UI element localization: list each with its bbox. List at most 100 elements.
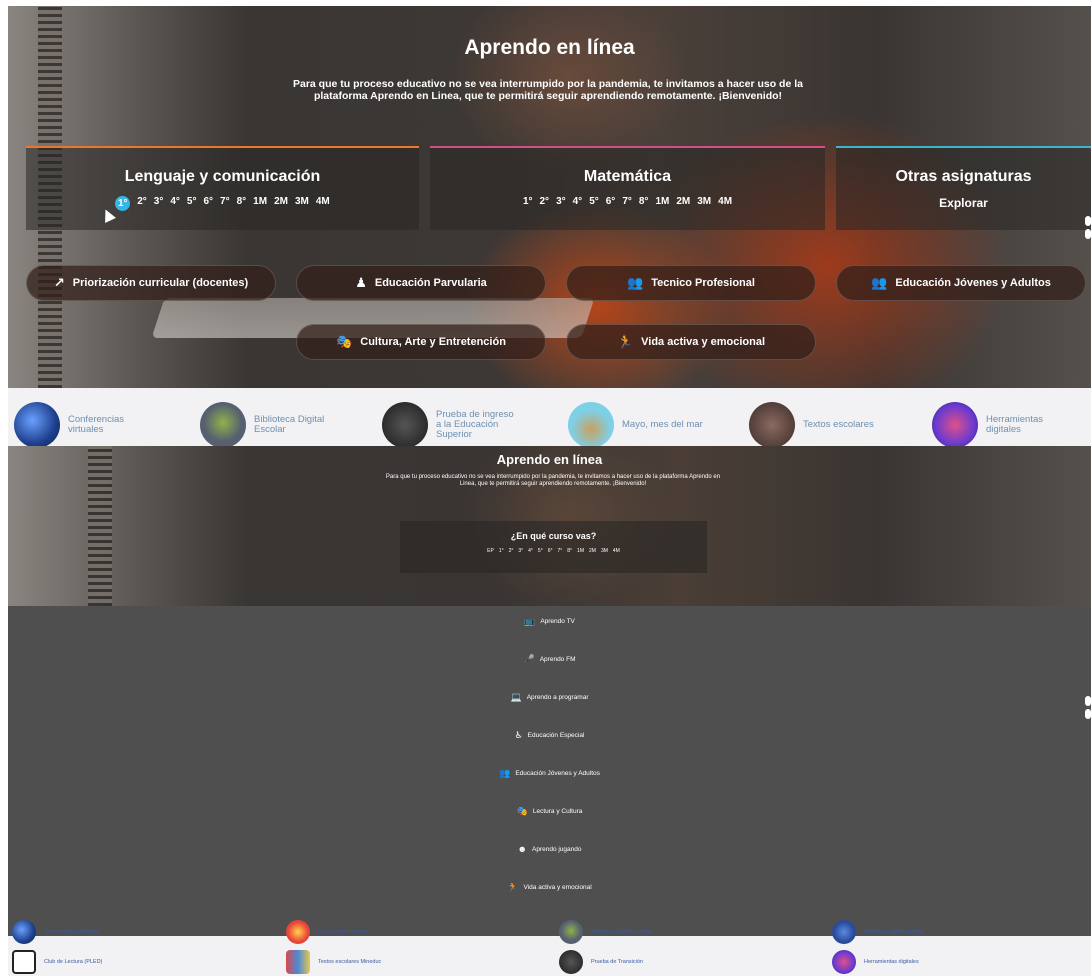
resource-thumbnail <box>286 950 310 974</box>
vida-activa-button[interactable]: 🏃 Vida activa y emocional <box>566 324 816 360</box>
menu-item-jovenes-adultos[interactable]: 👥 Educación Jóvenes y Adultos <box>8 768 1091 779</box>
grade-link[interactable]: 1° <box>523 196 533 207</box>
grade-link[interactable]: 1° <box>499 548 504 554</box>
running-icon: 🏃 <box>616 334 634 349</box>
menu-item-aprendo-programar[interactable]: 💻 Aprendo a programar <box>8 692 1091 703</box>
resource-strip <box>8 388 1091 446</box>
tv-icon: 📺 <box>524 616 536 626</box>
grade-link[interactable]: 4M <box>316 196 330 211</box>
priorizacion-curricular-button[interactable]: ↗ Priorización curricular (docentes) <box>26 265 276 301</box>
menu-item-aprendo-tv[interactable]: 📺 Aprendo TV <box>8 616 1091 627</box>
scroll-indicator[interactable] <box>1085 216 1091 242</box>
grade-link[interactable]: 4M <box>718 196 732 207</box>
resource-conferencias[interactable]: Conferencias virtuales <box>12 920 98 944</box>
resource-leo-sumo[interactable]: Leo y Sumo Primero <box>286 920 368 944</box>
resource-thumbnail <box>749 402 795 446</box>
page-title: Aprendo en línea <box>464 36 635 59</box>
resource-thumbnail <box>200 402 246 446</box>
top-view: Aprendo en línea Para que tu proceso edu… <box>8 6 1091 446</box>
grade-link[interactable]: 4° <box>573 196 583 207</box>
explore-link[interactable]: Explorar <box>836 196 1091 210</box>
grade-link[interactable]: 2° <box>509 548 514 554</box>
grade-link[interactable]: 1M <box>253 196 267 211</box>
resource-textos-mineduc[interactable]: Textos escolares Mineduc <box>286 950 381 974</box>
resource-textos[interactable]: Textos escolares <box>749 402 893 446</box>
pill-label: Educación Jóvenes y Adultos <box>895 277 1051 289</box>
resource-herramientas[interactable]: Herramientas digitales <box>832 950 919 974</box>
grade-link[interactable]: 3° <box>518 548 523 554</box>
resource-label: Prueba de Transición <box>591 959 643 965</box>
resource-label: Conferencias virtuales <box>44 929 99 935</box>
grade-link[interactable]: 8° <box>639 196 649 207</box>
grade-link[interactable]: 2° <box>137 196 147 211</box>
theater-masks-icon: 🎭 <box>516 806 528 816</box>
grade-link[interactable]: 1° <box>115 196 131 211</box>
grade-list-lenguaje: 1° 2° 3° 4° 5° 6° 7° 8° 1M 2M 3M 4M <box>26 196 419 211</box>
resource-biblioteca[interactable]: Biblioteca Digital Escolar <box>559 920 652 944</box>
resource-label: Herramientas digitales <box>864 959 919 965</box>
resource-thumbnail <box>12 920 36 944</box>
grade-link[interactable]: 5° <box>589 196 599 207</box>
tecnico-profesional-button[interactable]: 👥 Tecnico Profesional <box>566 265 816 301</box>
grade-link[interactable]: 4° <box>528 548 533 554</box>
grade-link[interactable]: 8° <box>567 548 572 554</box>
grade-link[interactable]: 7° <box>557 548 562 554</box>
resource-herramientas[interactable]: Herramientas digitales <box>932 402 1066 446</box>
subject-card-otras: Otras asignaturas Explorar <box>836 146 1091 230</box>
menu-item-label: Educación Especial <box>527 732 585 739</box>
scroll-indicator[interactable] <box>1085 696 1091 722</box>
resource-thumbnail <box>832 920 856 944</box>
grade-link[interactable]: EP <box>487 548 494 554</box>
grade-link[interactable]: 3M <box>295 196 309 211</box>
resource-prueba-ingreso[interactable]: Prueba de ingreso a la Educación Superio… <box>382 402 516 446</box>
resource-thumbnail <box>559 950 583 974</box>
resource-prueba-transicion[interactable]: Prueba de Transición <box>559 950 643 974</box>
menu-item-lectura-cultura[interactable]: 🎭 Lectura y Cultura <box>8 806 1091 817</box>
menu-item-educacion-especial[interactable]: ♿ Educación Especial <box>8 730 1091 741</box>
grade-link[interactable]: 1M <box>655 196 669 207</box>
menu-item-label: Lectura y Cultura <box>532 808 583 815</box>
grade-link[interactable]: 4M <box>613 548 620 554</box>
resource-mes-del-mar[interactable]: Mayo, mes del mar <box>568 402 722 446</box>
smile-icon: ☻ <box>517 844 527 854</box>
pill-label: Vida activa y emocional <box>641 336 766 348</box>
resource-thumbnail <box>568 402 614 446</box>
educacion-jovenes-adultos-button[interactable]: 👥 Educación Jóvenes y Adultos <box>836 265 1086 301</box>
grade-link[interactable]: 5° <box>538 548 543 554</box>
grade-link[interactable]: 2M <box>676 196 690 207</box>
cultura-arte-button[interactable]: 🎭 Cultura, Arte y Entretención <box>296 324 546 360</box>
resource-label: Biblioteca Digital Escolar <box>254 414 325 435</box>
resource-label: Textos escolares <box>803 419 874 430</box>
grade-link[interactable]: 4° <box>170 196 180 211</box>
bottom-view: Aprendo en línea Para que tu proceso edu… <box>8 446 1091 976</box>
grade-link[interactable]: 3° <box>154 196 164 211</box>
grade-link[interactable]: 2M <box>589 548 596 554</box>
grade-link[interactable]: 3M <box>601 548 608 554</box>
child-icon: ♟ <box>355 275 367 290</box>
resource-club-lectura[interactable]: Club de Lectura (PLED) <box>12 950 102 974</box>
resource-label: Leo y Sumo Primero <box>318 929 369 935</box>
educacion-parvularia-button[interactable]: ♟ Educación Parvularia <box>296 265 546 301</box>
menu-item-aprendo-fm[interactable]: 🎤 Aprendo FM <box>8 654 1091 665</box>
menu-item-vida-activa[interactable]: 🏃 Vida activa y emocional <box>8 882 1091 893</box>
resource-label: Biblioteca digital abierta <box>864 929 923 935</box>
grade-link[interactable]: 3° <box>556 196 566 207</box>
grade-link[interactable]: 6° <box>548 548 553 554</box>
grade-link[interactable]: 3M <box>697 196 711 207</box>
grade-link[interactable]: 1M <box>577 548 584 554</box>
resource-biblioteca-abierta[interactable]: Biblioteca digital abierta <box>832 920 922 944</box>
grade-link[interactable]: 7° <box>622 196 632 207</box>
resource-conferencias[interactable]: Conferencias virtuales <box>14 402 143 446</box>
grade-link[interactable]: 8° <box>237 196 247 211</box>
subject-card-matematica: Matemática 1° 2° 3° 4° 5° 6° 7° 8° 1M 2M… <box>430 146 825 230</box>
grade-link[interactable]: 2° <box>540 196 550 207</box>
grade-link[interactable]: 7° <box>220 196 230 211</box>
resource-biblioteca[interactable]: Biblioteca Digital Escolar <box>200 402 329 446</box>
grade-link[interactable]: 6° <box>606 196 616 207</box>
grade-link[interactable]: 2M <box>274 196 288 211</box>
resource-label: Conferencias virtuales <box>68 414 124 435</box>
grade-link[interactable]: 6° <box>203 196 213 211</box>
resource-label: Prueba de ingreso a la Educación Superio… <box>436 409 514 440</box>
menu-item-aprendo-jugando[interactable]: ☻ Aprendo jugando <box>8 844 1091 854</box>
grade-link[interactable]: 5° <box>187 196 197 211</box>
